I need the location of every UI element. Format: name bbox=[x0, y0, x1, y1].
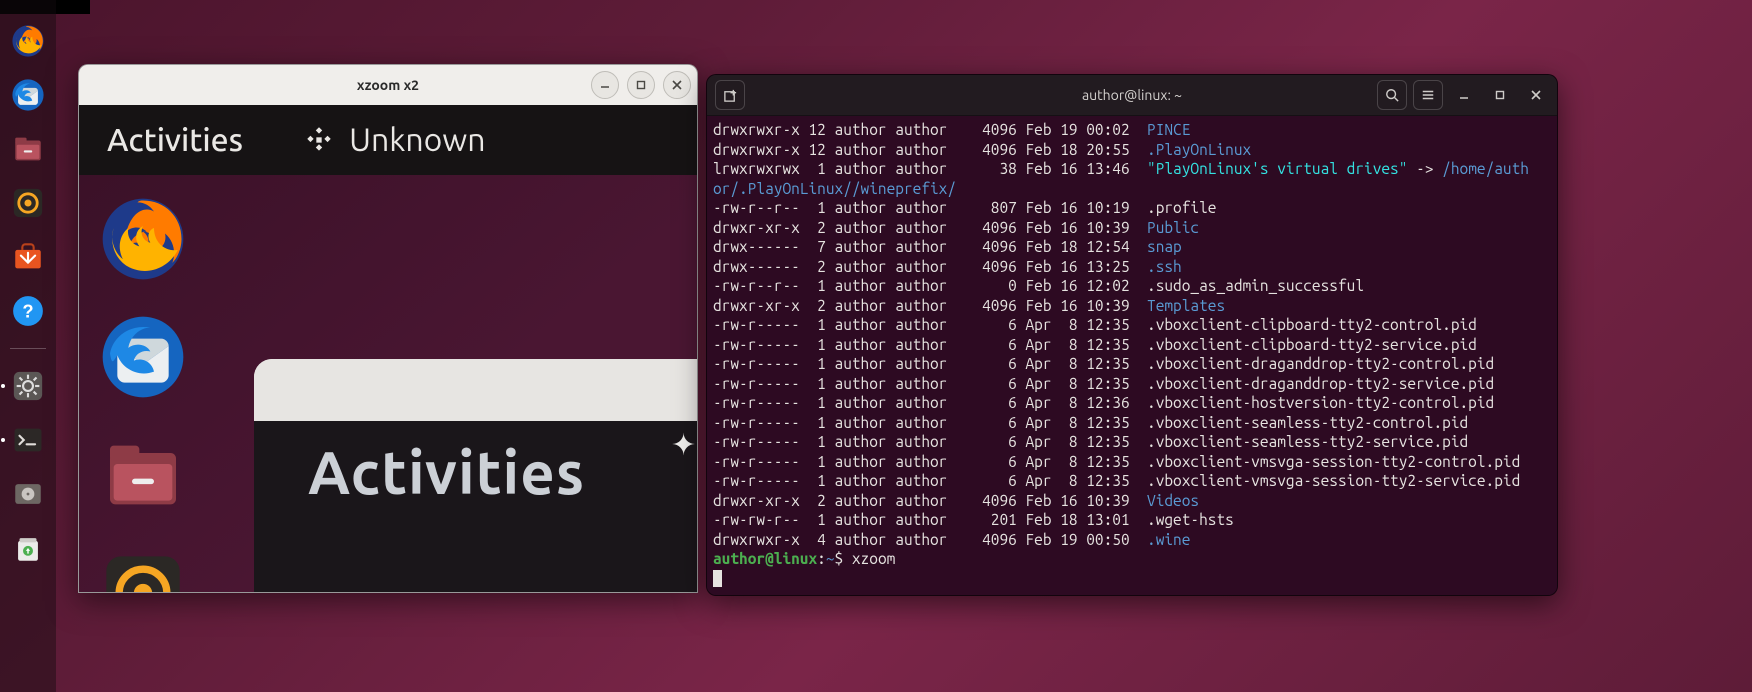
close-icon bbox=[671, 79, 683, 91]
search-icon bbox=[1385, 88, 1399, 102]
zoomed-activities-label: Activities bbox=[107, 122, 243, 158]
dock-rhythmbox[interactable] bbox=[7, 182, 49, 224]
dock-terminal[interactable] bbox=[7, 419, 49, 461]
dock-settings[interactable] bbox=[7, 365, 49, 407]
terminal-maximize-button[interactable] bbox=[1485, 81, 1515, 109]
xzoom-window[interactable]: xzoom x2 Activities Unknown bbox=[78, 64, 698, 593]
dock-trash[interactable] bbox=[7, 527, 49, 569]
terminal-body[interactable]: drwxrwxr-x 12 author author 4096 Feb 19 … bbox=[707, 116, 1557, 595]
zoomed-sub-activities-label: Activities bbox=[308, 439, 585, 506]
xzoom-titlebar[interactable]: xzoom x2 bbox=[79, 65, 697, 106]
terminal-close-button[interactable] bbox=[1521, 81, 1551, 109]
new-tab-icon bbox=[723, 88, 738, 103]
xzoom-window-controls bbox=[591, 71, 691, 99]
firefox-icon bbox=[11, 24, 45, 58]
xzoom-title: xzoom x2 bbox=[357, 77, 419, 93]
zoomed-thunderbird-icon bbox=[99, 313, 187, 401]
zoomed-sub-titlebar bbox=[254, 359, 697, 421]
terminal-dock-icon bbox=[11, 423, 45, 457]
rhythmbox-icon bbox=[11, 186, 45, 220]
zoomed-unknown-label: Unknown bbox=[349, 122, 485, 158]
close-button[interactable] bbox=[663, 71, 691, 99]
xzoom-viewport: Activities Unknown Activities ✦ bbox=[79, 105, 697, 592]
maximize-icon bbox=[635, 79, 647, 91]
files-icon bbox=[11, 132, 45, 166]
dock: ? bbox=[0, 0, 56, 692]
dock-thunderbird[interactable] bbox=[7, 74, 49, 116]
svg-text:?: ? bbox=[22, 300, 33, 321]
close-icon bbox=[1530, 89, 1542, 101]
terminal-title: author@linux: ~ bbox=[1082, 87, 1182, 103]
disk-icon bbox=[11, 477, 45, 511]
maximize-button[interactable] bbox=[627, 71, 655, 99]
zoomed-subwindow: Activities bbox=[254, 359, 697, 592]
settings-icon bbox=[11, 369, 45, 403]
dock-separator bbox=[10, 348, 46, 349]
zoomed-unknown: Unknown bbox=[303, 122, 485, 158]
zoomed-dock-column bbox=[99, 195, 187, 592]
dock-files[interactable] bbox=[7, 128, 49, 170]
zoomed-topbar: Activities Unknown bbox=[79, 105, 697, 175]
terminal-titlebar[interactable]: author@linux: ~ bbox=[707, 75, 1557, 116]
search-button[interactable] bbox=[1377, 80, 1407, 110]
terminal-window[interactable]: author@linux: ~ drwxrwxr-x 12 author aut… bbox=[706, 74, 1558, 596]
terminal-minimize-button[interactable] bbox=[1449, 81, 1479, 109]
dock-help[interactable]: ? bbox=[7, 290, 49, 332]
unknown-app-icon bbox=[303, 124, 335, 156]
minimize-button[interactable] bbox=[591, 71, 619, 99]
dock-software[interactable] bbox=[7, 236, 49, 278]
zoomed-rhythmbox-icon bbox=[99, 549, 187, 592]
dock-firefox[interactable] bbox=[7, 20, 49, 62]
zoomed-edge-glyph: ✦ bbox=[671, 427, 697, 493]
help-icon: ? bbox=[11, 294, 45, 328]
menu-button[interactable] bbox=[1413, 80, 1443, 110]
thunderbird-icon bbox=[11, 78, 45, 112]
zoomed-sub-body: Activities bbox=[254, 421, 697, 592]
minimize-icon bbox=[599, 79, 611, 91]
zoomed-files-icon bbox=[99, 431, 187, 519]
zoomed-firefox-icon bbox=[99, 195, 187, 283]
software-icon bbox=[11, 240, 45, 274]
trash-icon bbox=[11, 531, 45, 565]
dock-disk[interactable] bbox=[7, 473, 49, 515]
maximize-icon bbox=[1494, 89, 1506, 101]
hamburger-icon bbox=[1421, 88, 1435, 102]
new-tab-button[interactable] bbox=[715, 80, 745, 110]
minimize-icon bbox=[1458, 89, 1470, 101]
